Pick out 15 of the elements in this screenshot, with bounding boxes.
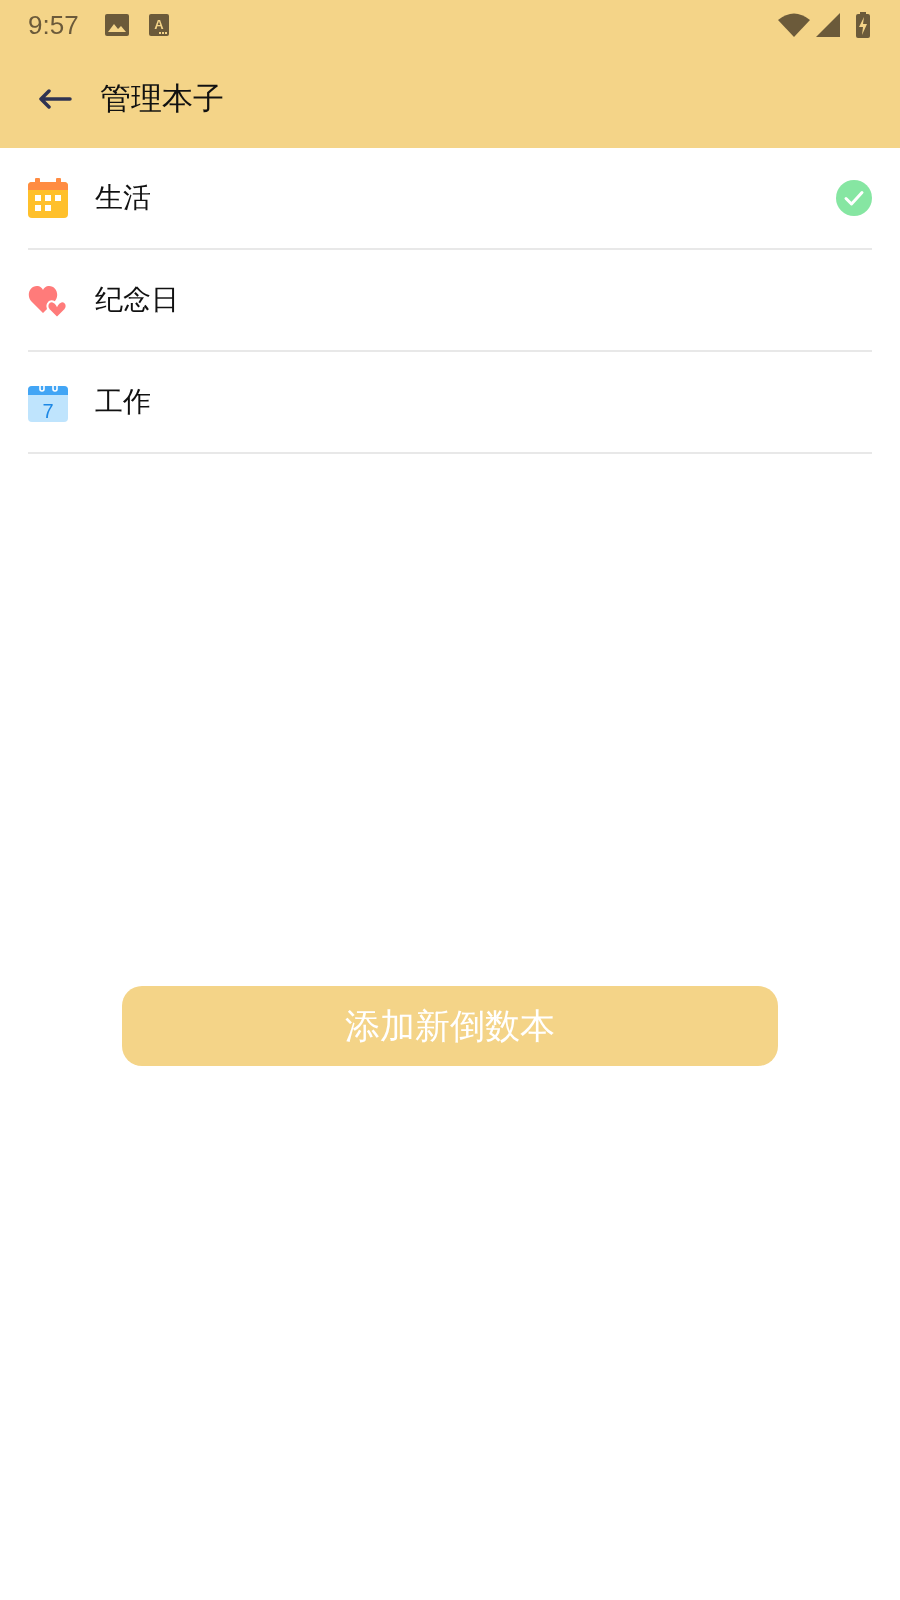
image-icon [104, 14, 129, 36]
back-arrow-icon [38, 89, 72, 109]
notebook-name: 纪念日 [95, 282, 180, 318]
calendar-icon [28, 178, 68, 218]
notebook-name: 生活 [95, 180, 152, 216]
notebook-item[interactable]: 7 工作 [0, 352, 900, 452]
font-icon: A [148, 14, 169, 36]
battery-charging-icon [856, 12, 870, 38]
notebook-item[interactable]: 纪念日 [0, 250, 900, 350]
status-time: 9:57 [28, 9, 79, 41]
notebook-name: 工作 [95, 384, 152, 420]
notebook-item[interactable]: 生活 [0, 148, 900, 248]
signal-icon [816, 13, 840, 37]
wifi-icon [778, 13, 810, 37]
page-title: 管理本子 [100, 79, 224, 118]
